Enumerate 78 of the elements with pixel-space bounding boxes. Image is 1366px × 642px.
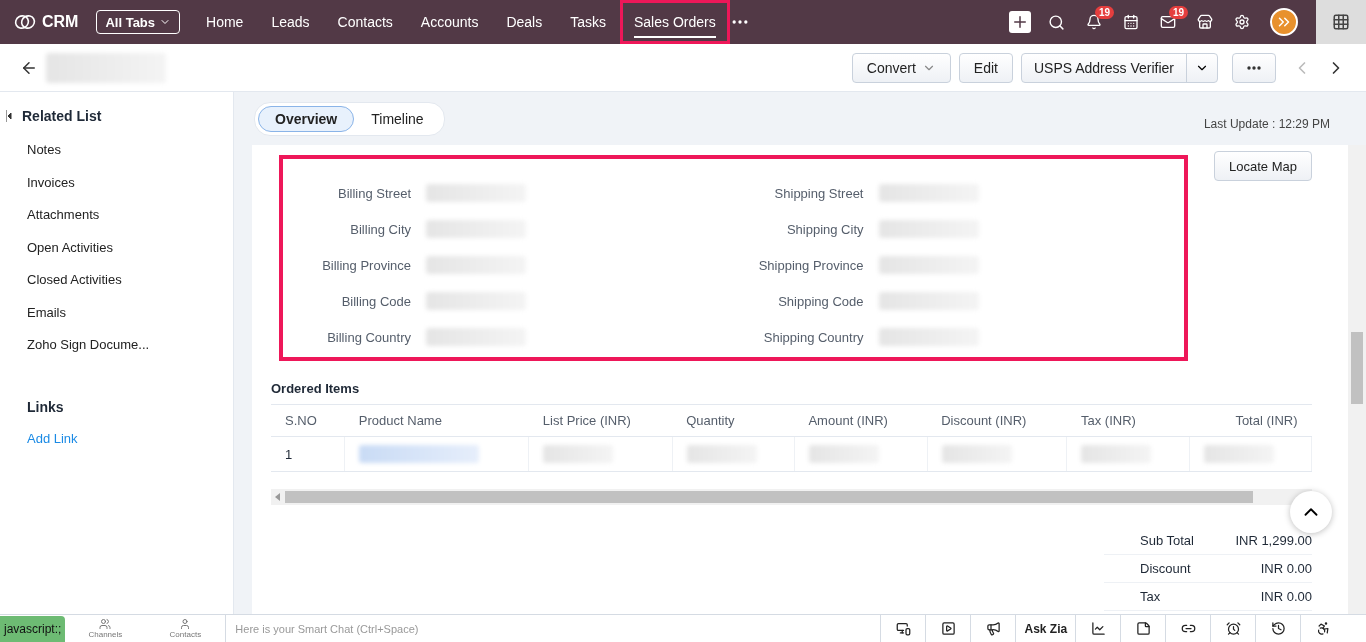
column-header: Product Name	[344, 404, 529, 437]
redacted-value	[808, 445, 879, 463]
field-label: Billing Province	[321, 257, 411, 273]
related-list-item[interactable]: Open Activities	[0, 231, 233, 264]
locate-map-button[interactable]: Locate Map	[1214, 151, 1312, 181]
column-header: S.NO	[271, 404, 345, 437]
status-url: javascript:;	[0, 616, 66, 642]
related-list-item[interactable]: Emails	[0, 296, 233, 329]
total-label: Tax	[1140, 589, 1161, 604]
column-header: List Price (INR)	[528, 404, 673, 437]
avatar[interactable]	[1270, 8, 1298, 36]
scroll-left-icon	[275, 493, 281, 501]
view-tab[interactable]: Timeline	[354, 105, 441, 132]
related-list-item[interactable]: Invoices	[0, 166, 233, 199]
contacts-button[interactable]: Contacts	[145, 615, 226, 642]
related-list-item[interactable]: Zoho Sign Docume...	[0, 329, 233, 362]
add-link[interactable]: Add Link	[0, 422, 233, 454]
vertical-scrollbar[interactable]	[1348, 145, 1366, 614]
view-tab[interactable]: Overview	[258, 105, 355, 132]
total-value: INR 0.00	[1260, 589, 1312, 604]
people-icon	[99, 618, 112, 630]
nav-tab[interactable]: Home	[192, 0, 258, 44]
nav-tab[interactable]: Contacts	[323, 0, 407, 44]
nav-tab[interactable]: Accounts	[406, 0, 493, 44]
total-value: INR 0.00	[1260, 561, 1312, 576]
field-label: Billing Street	[337, 185, 411, 201]
related-list-item[interactable]: Closed Activities	[0, 264, 233, 297]
channels-button[interactable]: Channels	[65, 615, 146, 642]
redacted-value	[1081, 445, 1152, 463]
section-title: Ordered Items	[271, 381, 361, 396]
horizontal-scrollbar[interactable]	[271, 489, 1312, 505]
redacted-value	[543, 445, 614, 463]
nav-tab[interactable]: Deals	[492, 0, 557, 44]
total-label: Discount	[1140, 561, 1191, 576]
mail-icon	[1159, 14, 1176, 30]
notifications-button[interactable]: 19	[1075, 0, 1112, 44]
mail-badge: 19	[1169, 6, 1189, 19]
notification-badge: 19	[1095, 6, 1115, 19]
nav-tab[interactable]: Tasks	[556, 0, 620, 44]
crm-logo-icon	[14, 14, 36, 30]
field-label: Billing City	[349, 221, 411, 237]
section-title: Related List	[22, 108, 102, 124]
collapse-icon[interactable]	[6, 110, 12, 122]
total-value: INR 1,299.00	[1235, 533, 1312, 548]
related-list-item[interactable]: Notes	[0, 134, 233, 167]
field-label: Shipping Province	[757, 257, 864, 273]
column-header: Tax (INR)	[1066, 404, 1190, 437]
nav-tab[interactable]: Leads	[257, 0, 324, 44]
redacted-value	[686, 445, 757, 463]
convert-button[interactable]: Convert	[851, 52, 951, 83]
more-button[interactable]	[1232, 52, 1276, 83]
column-header: Discount (INR)	[927, 404, 1067, 437]
column-header: Quantity	[672, 404, 795, 437]
redacted-value	[1203, 445, 1274, 463]
nav-tab[interactable]: Sales Orders	[620, 0, 730, 44]
field-label: Billing Code	[340, 293, 411, 309]
apps-grid-icon[interactable]	[1316, 0, 1366, 44]
last-update: Last Update : 12:29 PM	[1203, 116, 1330, 131]
table-cell: 1	[285, 446, 293, 462]
field-label: Billing Country	[326, 329, 411, 345]
person-icon	[179, 618, 192, 630]
scroll-up-button[interactable]	[1290, 491, 1332, 533]
column-header: Total (INR)	[1189, 404, 1312, 437]
column-header: Amount (INR)	[794, 404, 928, 437]
all-tabs-button[interactable]: All Tabs	[96, 10, 181, 34]
field-label: Shipping Street	[773, 185, 864, 201]
mail-button[interactable]: 19	[1149, 0, 1186, 44]
field-label: Shipping Code	[777, 293, 864, 309]
related-list-item[interactable]: Attachments	[0, 199, 233, 232]
total-label: Sub Total	[1140, 533, 1194, 548]
edit-button[interactable]: Edit	[958, 52, 1013, 83]
field-label: Shipping Country	[762, 329, 864, 345]
field-label: Shipping City	[785, 221, 864, 237]
redacted-value	[941, 445, 1012, 463]
more-icon	[1247, 65, 1261, 70]
app-name: CRM	[42, 13, 79, 31]
bell-icon	[1085, 14, 1102, 30]
section-title: Links	[26, 397, 65, 417]
